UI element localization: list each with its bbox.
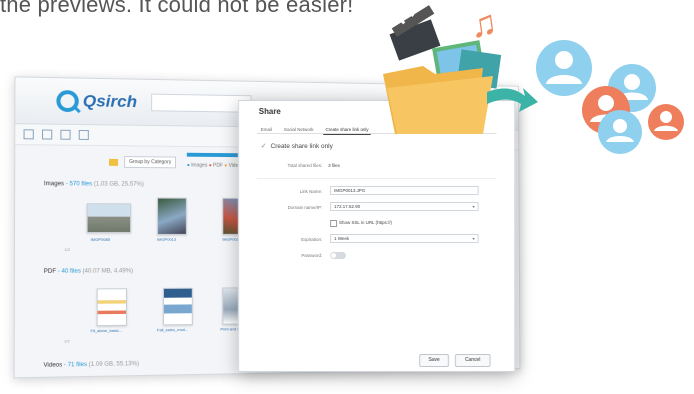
thumbnail-name: Fall_sales_mod... bbox=[156, 327, 189, 333]
videos-section-title[interactable]: Videos - 71 files (1.09 GB, 55.13%) bbox=[44, 361, 139, 369]
link-name-value: IMGP0013.JPG bbox=[334, 188, 366, 193]
person-icon bbox=[536, 40, 592, 96]
folder-illustration bbox=[383, 4, 538, 134]
images-section-title[interactable]: Images - 570 files (1.03 GB, 25.57%) bbox=[44, 181, 144, 187]
link-name-label: Link Name: bbox=[299, 189, 323, 194]
magnifier-logo-icon bbox=[56, 90, 79, 113]
domain-value: 172.17.62.90 bbox=[334, 204, 361, 209]
page-heading: the previews. It could not be easier! bbox=[0, 0, 354, 17]
total-files-label: Total shared files: bbox=[287, 163, 323, 168]
page-counter: 1/2 bbox=[64, 338, 70, 344]
images-section-meta: (1.03 GB, 25.57%) bbox=[93, 181, 144, 188]
pdf-thumbnail[interactable] bbox=[96, 288, 127, 327]
group-by-select[interactable]: Group by Category bbox=[124, 156, 177, 169]
grid-view-icon[interactable] bbox=[23, 129, 34, 140]
save-button[interactable]: Save bbox=[419, 354, 449, 367]
expiration-value: 1 Week bbox=[334, 236, 350, 241]
filter-bar: Group by Category bbox=[109, 156, 177, 169]
people-illustration bbox=[536, 40, 684, 154]
search-input[interactable] bbox=[151, 93, 252, 113]
link-name-field[interactable]: IMGP0013.JPG bbox=[330, 186, 479, 195]
videos-section-label: Videos bbox=[43, 362, 63, 369]
videos-section-count: - 71 files bbox=[63, 362, 88, 369]
download-icon[interactable] bbox=[41, 129, 53, 140]
select-icon[interactable] bbox=[60, 129, 71, 140]
thumbnail-name: IMGP0013 bbox=[157, 236, 177, 242]
password-label: Password: bbox=[301, 253, 323, 258]
expiration-select[interactable]: 1 Week ▾ bbox=[330, 234, 479, 243]
images-section-label: Images bbox=[43, 181, 65, 188]
person-icon bbox=[598, 110, 642, 154]
pdf-section-title[interactable]: PDF - 40 files (40.07 MB, 4.49%) bbox=[44, 268, 133, 274]
share-dialog: Share Email Social Network Create share … bbox=[238, 100, 516, 372]
thumbnail-name: IMGP0085 bbox=[90, 236, 111, 242]
pdf-section-meta: (40.07 MB, 4.49%) bbox=[82, 268, 134, 275]
pdf-section-count: - 40 files bbox=[57, 268, 81, 275]
link-icon: ✓ bbox=[260, 143, 267, 150]
divider bbox=[256, 178, 497, 179]
ssl-label: Show SSL in URL (https://) bbox=[339, 220, 392, 225]
image-thumbnail[interactable] bbox=[86, 203, 132, 233]
domain-select[interactable]: 172.17.62.90 ▾ bbox=[330, 202, 479, 211]
pdf-thumbnail[interactable] bbox=[162, 287, 193, 326]
person-icon bbox=[648, 104, 684, 140]
total-files-value: 3 files bbox=[328, 163, 340, 168]
legend-item-pdf: PDF bbox=[213, 162, 223, 169]
share-icon[interactable] bbox=[78, 129, 89, 140]
password-toggle[interactable] bbox=[330, 252, 346, 259]
expiration-label: Expiration: bbox=[301, 237, 323, 242]
pdf-section-label: PDF bbox=[43, 268, 57, 275]
legend-item-images: Images bbox=[191, 162, 208, 169]
app-name: Qsirch bbox=[82, 91, 138, 112]
category-legend: ● Images ● PDF ● Videos bbox=[186, 162, 244, 169]
chevron-down-icon: ▾ bbox=[472, 236, 475, 241]
image-thumbnail[interactable] bbox=[157, 197, 187, 235]
music-note-icon: ♫ bbox=[467, 1, 500, 46]
chevron-down-icon: ▾ bbox=[472, 204, 475, 209]
qsirch-logo: Qsirch bbox=[56, 90, 137, 113]
images-section-count: - 570 files bbox=[65, 181, 93, 188]
create-share-link-heading: ✓ Create share link only bbox=[260, 142, 333, 151]
thumbnail-name: Fit_alone_basic... bbox=[90, 327, 123, 334]
videos-section-meta: (1.09 GB, 55.13%) bbox=[88, 361, 139, 368]
domain-label: Domain name/IP: bbox=[287, 205, 323, 210]
page-counter: 1/2 bbox=[64, 246, 70, 252]
create-link-label: Create share link only bbox=[270, 142, 333, 150]
cancel-button[interactable]: Cancel bbox=[454, 354, 491, 367]
ssl-checkbox[interactable] bbox=[330, 220, 338, 227]
folder-icon bbox=[383, 66, 493, 134]
category-icon bbox=[109, 158, 119, 166]
dialog-title: Share bbox=[258, 107, 281, 116]
